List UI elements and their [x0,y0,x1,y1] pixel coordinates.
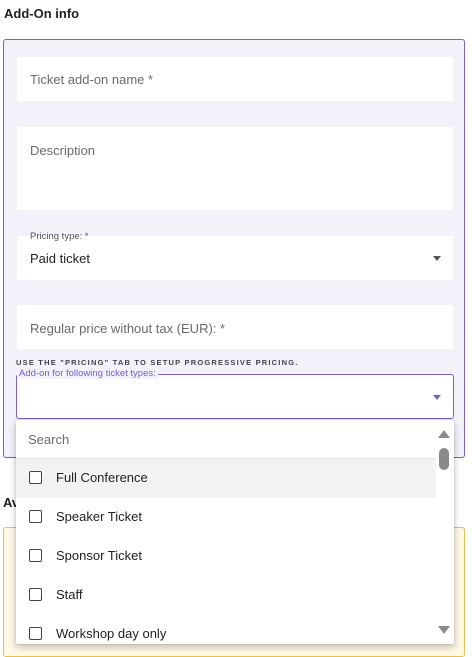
regular-price-field[interactable]: Regular price without tax (EUR): * [17,305,453,349]
add-on-info-heading: Add-On info [4,6,80,21]
description-field[interactable]: Description [17,127,453,210]
scroll-up-arrow-icon[interactable] [438,430,450,438]
ticket-types-label: Add-on for following ticket types: [17,368,158,379]
checkbox[interactable] [29,510,42,523]
checkbox[interactable] [29,627,42,640]
checkbox[interactable] [29,588,42,601]
regular-price-placeholder: Regular price without tax (EUR): * [30,321,226,336]
pricing-type-select[interactable]: Pricing type: * Paid ticket [17,231,453,280]
description-placeholder: Description [30,143,96,158]
option-speaker-ticket[interactable]: Speaker Ticket [16,498,436,537]
chevron-down-icon [433,256,441,261]
option-label: Sponsor Ticket [56,548,142,563]
checkbox[interactable] [29,471,42,484]
ticket-types-select[interactable]: Add-on for following ticket types: [16,368,454,419]
pricing-type-label: Pricing type: * [30,231,89,242]
option-label: Staff [56,587,83,602]
pricing-hint: USE THE "PRICING" TAB TO SETUP PROGRESSI… [16,358,299,367]
checkbox[interactable] [29,549,42,562]
pricing-type-value: Paid ticket [30,251,90,266]
option-staff[interactable]: Staff [16,576,436,615]
option-sponsor-ticket[interactable]: Sponsor Ticket [16,537,436,576]
option-label: Speaker Ticket [56,509,142,524]
scrollbar-thumb[interactable] [439,448,449,470]
option-label: Full Conference [56,470,148,485]
option-workshop-day-only[interactable]: Workshop day only [16,615,436,644]
option-full-conference[interactable]: Full Conference [16,459,436,498]
option-label: Workshop day only [56,626,167,641]
chevron-down-icon [433,395,441,400]
dropdown-search-input[interactable]: Search [28,432,69,447]
scroll-down-arrow-icon[interactable] [438,626,450,634]
ticket-addon-name-field[interactable]: Ticket add-on name * [17,57,453,101]
ticket-types-dropdown: Search Full Conference Speaker Ticket Sp… [16,420,454,644]
ticket-addon-name-placeholder: Ticket add-on name * [30,72,154,87]
